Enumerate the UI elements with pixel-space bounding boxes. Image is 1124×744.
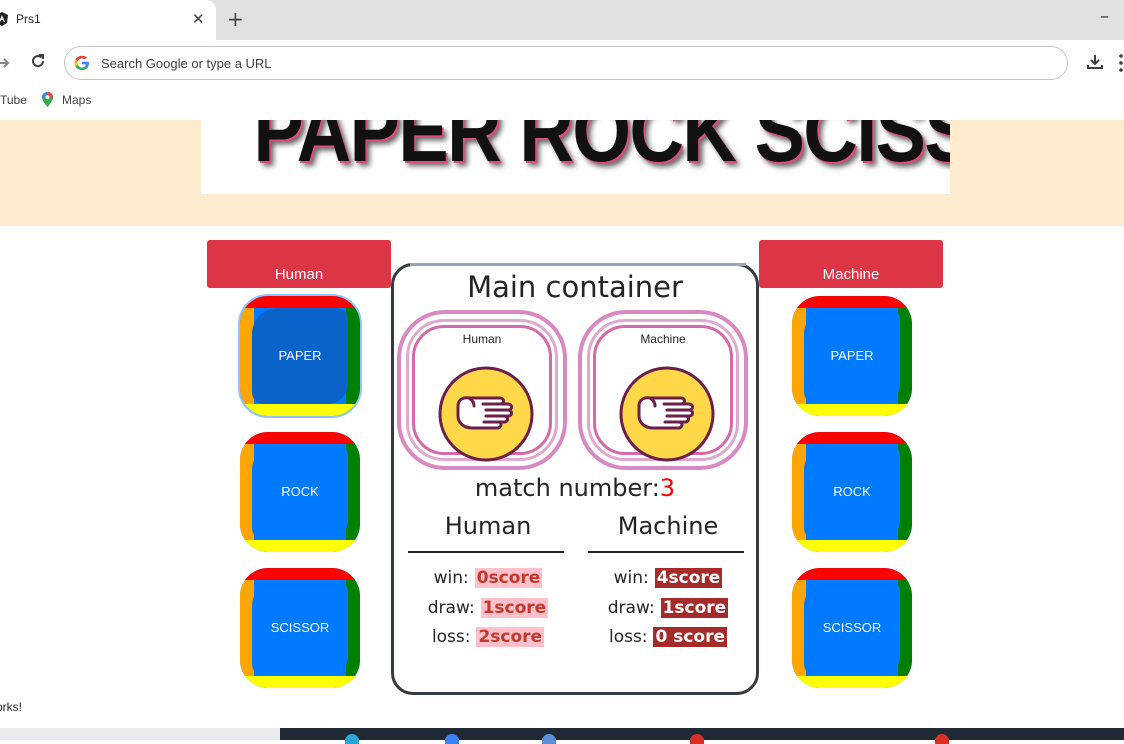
address-bar[interactable]: Search Google or type a URL: [64, 46, 1068, 80]
forward-arrow-icon[interactable]: [0, 56, 10, 70]
main-container: Main container Human Machine match numbe…: [391, 263, 759, 695]
human-win-row: win: 0score: [433, 568, 543, 588]
machine-draw-row: draw: 1score: [607, 598, 729, 618]
minimize-icon[interactable]: –: [1100, 6, 1109, 28]
taskbar-app-icon[interactable]: [542, 734, 556, 744]
machine-scissor-button[interactable]: SCISSOR: [792, 568, 912, 688]
choice-label: SCISSOR: [822, 620, 882, 635]
human-loss-value: 2score: [476, 627, 545, 647]
machine-loss-row: loss: 0 score: [608, 627, 728, 647]
bookmark-youtube[interactable]: Tube: [0, 93, 27, 107]
page-viewport: PAPER ROCK SCISSOR Human PAPER ROCK SCIS…: [0, 120, 1124, 728]
browser-tab[interactable]: Prs1 ✕: [0, 0, 216, 40]
machine-score-title: Machine: [617, 512, 719, 540]
footer-text: orks!: [0, 700, 23, 714]
machine-draw-value: 1score: [660, 598, 729, 618]
reload-icon[interactable]: [30, 53, 46, 69]
new-tab-icon[interactable]: +: [227, 8, 244, 30]
machine-win-value: 4score: [654, 568, 723, 588]
taskbar-app-icon[interactable]: [935, 734, 949, 744]
machine-rock-button[interactable]: ROCK: [792, 432, 912, 552]
taskbar-app-icon[interactable]: [445, 734, 459, 744]
machine-score-divider: [588, 551, 744, 553]
header-band: PAPER ROCK SCISSOR: [0, 120, 1124, 226]
machine-win-row: win: 4score: [613, 568, 723, 588]
os-taskbar: [0, 728, 1124, 744]
machine-loss-value: 0 score: [653, 627, 728, 647]
human-rock-button[interactable]: ROCK: [240, 432, 360, 552]
taskbar-app-icon[interactable]: [690, 734, 704, 744]
browser-toolbar: Search Google or type a URL: [0, 40, 1124, 86]
paper-hand-icon: [619, 366, 715, 462]
banner-title: PAPER ROCK SCISSOR: [253, 120, 950, 180]
title-banner: PAPER ROCK SCISSOR: [201, 120, 950, 194]
download-icon[interactable]: [1086, 53, 1104, 71]
human-draw-value: 1score: [480, 598, 549, 618]
maps-pin-icon: [42, 92, 53, 107]
human-loss-row: loss: 2score: [431, 627, 545, 647]
machine-hand-card: Machine: [578, 310, 748, 470]
machine-label: Machine: [759, 240, 943, 288]
choice-label: ROCK: [281, 484, 319, 499]
bookmarks-bar: Tube Maps: [0, 86, 1124, 120]
human-score-divider: [408, 551, 564, 553]
paper-hand-icon: [438, 366, 534, 462]
human-win-value: 0score: [474, 568, 543, 588]
main-title: Main container: [467, 270, 683, 304]
human-label: Human: [207, 240, 391, 288]
google-logo-icon: [74, 55, 89, 70]
human-card-caption: Human: [462, 332, 502, 346]
angular-favicon-icon: [0, 12, 8, 26]
human-paper-button[interactable]: PAPER: [240, 296, 360, 416]
choice-label: PAPER: [278, 348, 322, 363]
match-label: match number:: [474, 474, 660, 502]
more-menu-icon[interactable]: [1118, 53, 1124, 73]
human-draw-row: draw: 1score: [427, 598, 549, 618]
machine-paper-button[interactable]: PAPER: [792, 296, 912, 416]
choice-label: SCISSOR: [270, 620, 330, 635]
taskbar-app-icon[interactable]: [345, 734, 359, 744]
tab-title: Prs1: [16, 12, 41, 26]
bookmark-maps[interactable]: Maps: [62, 93, 91, 107]
human-score-title: Human: [444, 512, 532, 540]
browser-tabstrip: Prs1 ✕ + –: [0, 0, 1124, 40]
choice-label: PAPER: [830, 348, 874, 363]
match-number-line: match number:3: [394, 474, 756, 502]
human-hand-card: Human: [397, 310, 567, 470]
match-number: 3: [659, 474, 676, 502]
choice-label: ROCK: [833, 484, 871, 499]
tab-close-icon[interactable]: ✕: [192, 10, 205, 28]
human-scissor-button[interactable]: SCISSOR: [240, 568, 360, 688]
omnibox-placeholder: Search Google or type a URL: [101, 56, 272, 71]
machine-card-caption: Machine: [640, 332, 686, 346]
